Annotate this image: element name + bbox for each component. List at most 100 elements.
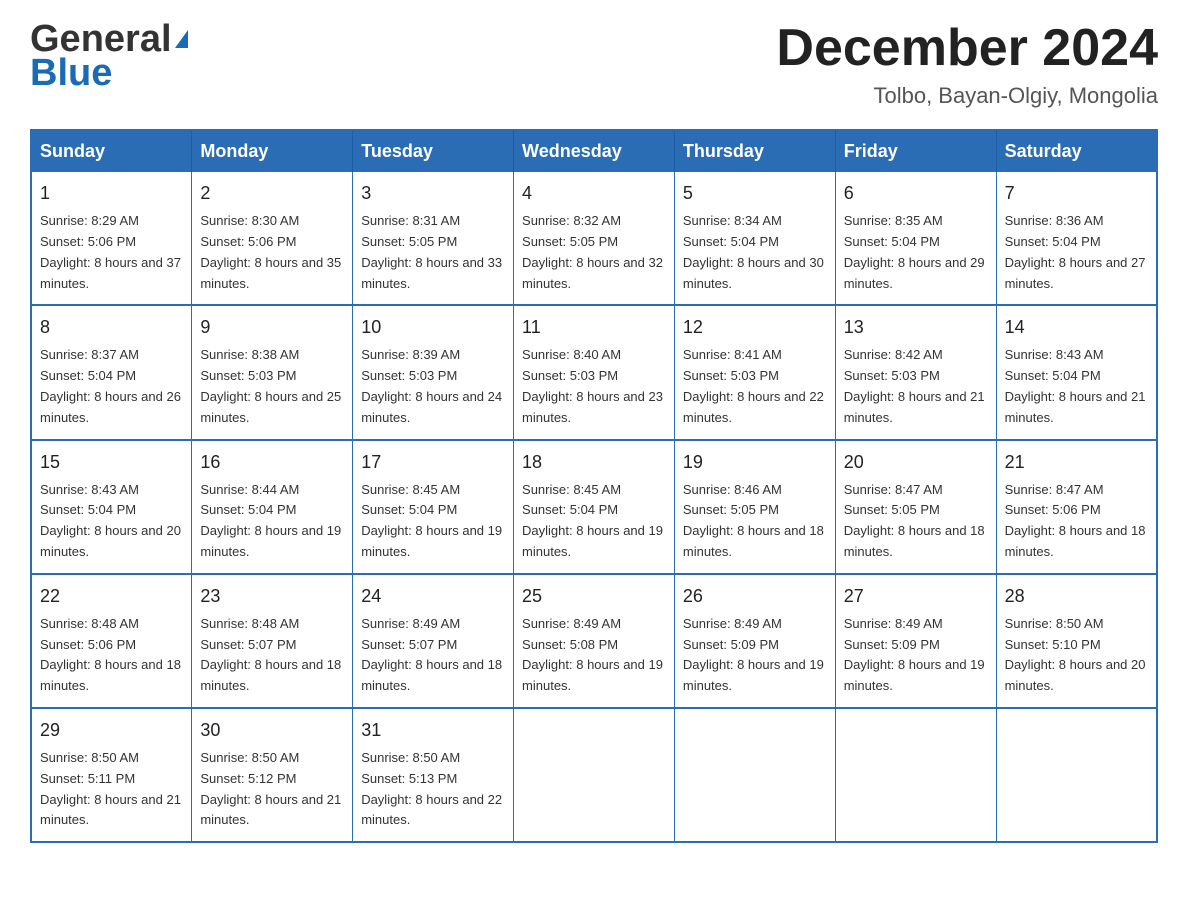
day-info: Sunrise: 8:50 AMSunset: 5:10 PMDaylight:… [1005, 614, 1148, 697]
day-number: 30 [200, 717, 344, 744]
day-number: 12 [683, 314, 827, 341]
day-number: 31 [361, 717, 505, 744]
calendar-week-1: 1Sunrise: 8:29 AMSunset: 5:06 PMDaylight… [31, 172, 1157, 305]
day-number: 25 [522, 583, 666, 610]
calendar-cell: 19 Sunrise: 8:46 AMSunset: 5:05 PMDayligh… [674, 440, 835, 574]
calendar-cell: 1Sunrise: 8:29 AMSunset: 5:06 PMDaylight… [31, 172, 192, 305]
day-number: 2 [200, 180, 344, 207]
calendar-cell [996, 708, 1157, 842]
calendar-week-5: 29 Sunrise: 8:50 AMSunset: 5:11 PMDayligh… [31, 708, 1157, 842]
day-number: 17 [361, 449, 505, 476]
calendar-cell: 20 Sunrise: 8:47 AMSunset: 5:05 PMDayligh… [835, 440, 996, 574]
logo-blue-text: Blue [30, 54, 112, 92]
col-thursday: Thursday [674, 130, 835, 172]
day-number: 13 [844, 314, 988, 341]
calendar-table: Sunday Monday Tuesday Wednesday Thursday… [30, 129, 1158, 843]
day-number: 1 [40, 180, 183, 207]
day-info: Sunrise: 8:35 AMSunset: 5:04 PMDaylight:… [844, 211, 988, 294]
day-number: 16 [200, 449, 344, 476]
calendar-cell: 18 Sunrise: 8:45 AMSunset: 5:04 PMDayligh… [514, 440, 675, 574]
day-info: Sunrise: 8:30 AMSunset: 5:06 PMDaylight:… [200, 211, 344, 294]
day-number: 7 [1005, 180, 1148, 207]
day-info: Sunrise: 8:31 AMSunset: 5:05 PMDaylight:… [361, 211, 505, 294]
day-info: Sunrise: 8:38 AMSunset: 5:03 PMDaylight:… [200, 345, 344, 428]
day-number: 10 [361, 314, 505, 341]
day-info: Sunrise: 8:42 AMSunset: 5:03 PMDaylight:… [844, 345, 988, 428]
day-info: Sunrise: 8:50 AMSunset: 5:13 PMDaylight:… [361, 748, 505, 831]
day-number: 8 [40, 314, 183, 341]
day-number: 23 [200, 583, 344, 610]
calendar-cell: 5Sunrise: 8:34 AMSunset: 5:04 PMDaylight… [674, 172, 835, 305]
day-info: Sunrise: 8:43 AMSunset: 5:04 PMDaylight:… [1005, 345, 1148, 428]
calendar-cell: 3Sunrise: 8:31 AMSunset: 5:05 PMDaylight… [353, 172, 514, 305]
calendar-cell: 9 Sunrise: 8:38 AMSunset: 5:03 PMDaylight… [192, 305, 353, 439]
calendar-cell [835, 708, 996, 842]
calendar-cell: 28 Sunrise: 8:50 AMSunset: 5:10 PMDayligh… [996, 574, 1157, 708]
calendar-cell: 17 Sunrise: 8:45 AMSunset: 5:04 PMDayligh… [353, 440, 514, 574]
day-info: Sunrise: 8:48 AMSunset: 5:07 PMDaylight:… [200, 614, 344, 697]
day-info: Sunrise: 8:50 AMSunset: 5:11 PMDaylight:… [40, 748, 183, 831]
calendar-cell: 29 Sunrise: 8:50 AMSunset: 5:11 PMDayligh… [31, 708, 192, 842]
day-info: Sunrise: 8:44 AMSunset: 5:04 PMDaylight:… [200, 480, 344, 563]
calendar-cell: 4 Sunrise: 8:32 AMSunset: 5:05 PMDaylight… [514, 172, 675, 305]
day-info: Sunrise: 8:49 AMSunset: 5:09 PMDaylight:… [844, 614, 988, 697]
day-number: 9 [200, 314, 344, 341]
day-number: 5 [683, 180, 827, 207]
calendar-cell: 30 Sunrise: 8:50 AMSunset: 5:12 PMDayligh… [192, 708, 353, 842]
day-number: 24 [361, 583, 505, 610]
day-info: Sunrise: 8:48 AMSunset: 5:06 PMDaylight:… [40, 614, 183, 697]
calendar-cell [674, 708, 835, 842]
calendar-cell: 25Sunrise: 8:49 AMSunset: 5:08 PMDayligh… [514, 574, 675, 708]
calendar-cell: 23 Sunrise: 8:48 AMSunset: 5:07 PMDayligh… [192, 574, 353, 708]
day-info: Sunrise: 8:37 AMSunset: 5:04 PMDaylight:… [40, 345, 183, 428]
calendar-cell: 8 Sunrise: 8:37 AMSunset: 5:04 PMDaylight… [31, 305, 192, 439]
day-number: 14 [1005, 314, 1148, 341]
day-number: 20 [844, 449, 988, 476]
day-number: 19 [683, 449, 827, 476]
col-monday: Monday [192, 130, 353, 172]
day-number: 27 [844, 583, 988, 610]
day-info: Sunrise: 8:50 AMSunset: 5:12 PMDaylight:… [200, 748, 344, 831]
calendar-cell: 13 Sunrise: 8:42 AMSunset: 5:03 PMDayligh… [835, 305, 996, 439]
title-block: December 2024 Tolbo, Bayan-Olgiy, Mongol… [776, 20, 1158, 109]
day-info: Sunrise: 8:47 AMSunset: 5:05 PMDaylight:… [844, 480, 988, 563]
logo: General Blue [30, 20, 188, 92]
main-title: December 2024 [776, 20, 1158, 77]
calendar-cell: 6Sunrise: 8:35 AMSunset: 5:04 PMDaylight… [835, 172, 996, 305]
calendar-cell: 2 Sunrise: 8:30 AMSunset: 5:06 PMDaylight… [192, 172, 353, 305]
day-number: 26 [683, 583, 827, 610]
calendar-week-4: 22Sunrise: 8:48 AMSunset: 5:06 PMDayligh… [31, 574, 1157, 708]
col-saturday: Saturday [996, 130, 1157, 172]
day-number: 4 [522, 180, 666, 207]
calendar-cell: 15Sunrise: 8:43 AMSunset: 5:04 PMDayligh… [31, 440, 192, 574]
day-info: Sunrise: 8:46 AMSunset: 5:05 PMDaylight:… [683, 480, 827, 563]
day-info: Sunrise: 8:45 AMSunset: 5:04 PMDaylight:… [361, 480, 505, 563]
calendar-cell: 24 Sunrise: 8:49 AMSunset: 5:07 PMDayligh… [353, 574, 514, 708]
col-friday: Friday [835, 130, 996, 172]
calendar-cell: 22Sunrise: 8:48 AMSunset: 5:06 PMDayligh… [31, 574, 192, 708]
calendar-cell: 21 Sunrise: 8:47 AMSunset: 5:06 PMDayligh… [996, 440, 1157, 574]
day-info: Sunrise: 8:49 AMSunset: 5:07 PMDaylight:… [361, 614, 505, 697]
col-sunday: Sunday [31, 130, 192, 172]
calendar-cell [514, 708, 675, 842]
day-info: Sunrise: 8:45 AMSunset: 5:04 PMDaylight:… [522, 480, 666, 563]
page-header: General Blue December 2024 Tolbo, Bayan-… [30, 20, 1158, 109]
day-number: 21 [1005, 449, 1148, 476]
day-info: Sunrise: 8:47 AMSunset: 5:06 PMDaylight:… [1005, 480, 1148, 563]
day-number: 28 [1005, 583, 1148, 610]
day-number: 11 [522, 314, 666, 341]
day-number: 29 [40, 717, 183, 744]
calendar-cell: 16 Sunrise: 8:44 AMSunset: 5:04 PMDayligh… [192, 440, 353, 574]
calendar-cell: 26 Sunrise: 8:49 AMSunset: 5:09 PMDayligh… [674, 574, 835, 708]
day-info: Sunrise: 8:32 AMSunset: 5:05 PMDaylight:… [522, 211, 666, 294]
day-info: Sunrise: 8:43 AMSunset: 5:04 PMDaylight:… [40, 480, 183, 563]
calendar-cell: 12 Sunrise: 8:41 AMSunset: 5:03 PMDayligh… [674, 305, 835, 439]
calendar-week-3: 15Sunrise: 8:43 AMSunset: 5:04 PMDayligh… [31, 440, 1157, 574]
subtitle: Tolbo, Bayan-Olgiy, Mongolia [776, 83, 1158, 109]
day-info: Sunrise: 8:39 AMSunset: 5:03 PMDaylight:… [361, 345, 505, 428]
day-number: 18 [522, 449, 666, 476]
day-info: Sunrise: 8:49 AMSunset: 5:09 PMDaylight:… [683, 614, 827, 697]
calendar-cell: 14 Sunrise: 8:43 AMSunset: 5:04 PMDayligh… [996, 305, 1157, 439]
day-info: Sunrise: 8:41 AMSunset: 5:03 PMDaylight:… [683, 345, 827, 428]
col-wednesday: Wednesday [514, 130, 675, 172]
